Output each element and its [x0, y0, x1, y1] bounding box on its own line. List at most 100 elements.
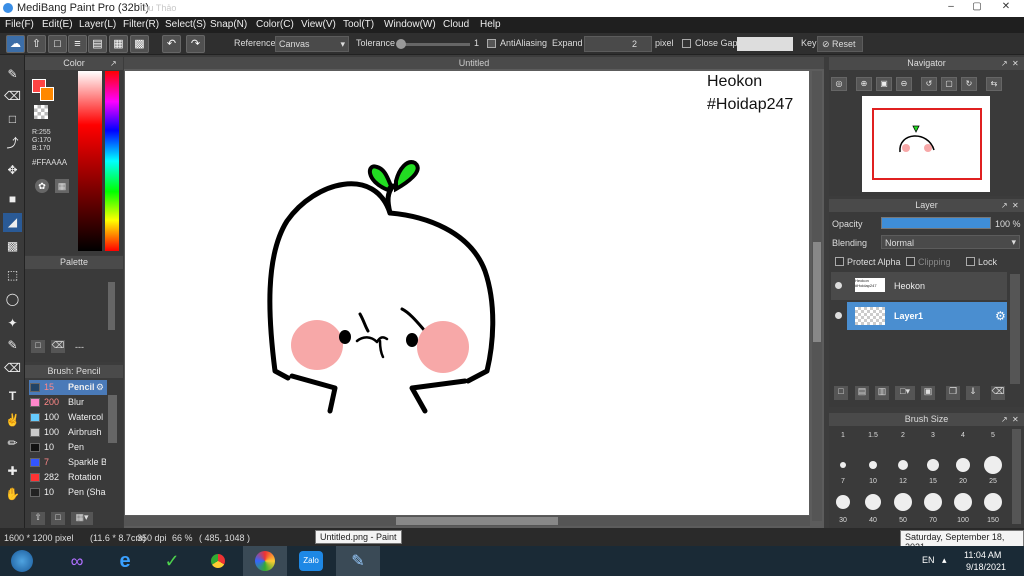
reference-select[interactable]: Canvas ▾	[275, 36, 349, 52]
delete-palette-icon[interactable]: ⌫	[51, 340, 65, 353]
color-wheel-icon[interactable]: ✿	[35, 179, 49, 193]
gradient-tool-icon[interactable]: ▩	[3, 237, 22, 256]
zoom-in-icon[interactable]: ⊕	[856, 77, 872, 91]
menu-tool[interactable]: Tool(T)	[343, 19, 374, 30]
drawing-canvas[interactable]: Heokon #Hoidap247	[125, 71, 809, 515]
blending-select[interactable]: Normal ▾	[881, 235, 1020, 249]
clock-time[interactable]: 11:04 AM	[964, 550, 1001, 560]
brush-size-preset[interactable]	[836, 495, 850, 509]
chrome-icon[interactable]	[196, 546, 240, 576]
navigator-preview[interactable]	[862, 96, 990, 192]
layer-row-selected[interactable]: Layer1 ⚙	[831, 302, 1007, 330]
eraser-tool-icon[interactable]: ⌫	[3, 87, 22, 106]
close-gaps-checkbox[interactable]	[682, 39, 691, 48]
eyedropper-tool-icon[interactable]: ✏	[3, 434, 22, 453]
select-eraser-tool-icon[interactable]: ⌫	[3, 359, 22, 378]
paint-icon[interactable]: ✎	[336, 546, 380, 576]
new-halftone-layer-icon[interactable]: ▤	[855, 386, 869, 400]
visibility-icon[interactable]	[835, 312, 842, 319]
layer-scrollbar[interactable]	[1010, 274, 1020, 384]
close-gaps-field[interactable]	[737, 37, 793, 51]
actual-size-icon[interactable]: ▣	[876, 77, 892, 91]
divide-tool-icon[interactable]: ✚	[3, 462, 22, 481]
fill-rect-tool-icon[interactable]: ■	[3, 190, 22, 209]
cloud-icon[interactable]: ☁	[6, 35, 25, 53]
secondary-color-swatch[interactable]	[40, 87, 54, 101]
menu-select[interactable]: Select(S)	[165, 19, 206, 30]
menu-help[interactable]: Help	[480, 19, 501, 30]
zoom-fit-icon[interactable]: ◎	[831, 77, 847, 91]
brush-item[interactable]: 100 Airbrush	[29, 425, 107, 440]
horizontal-scroll-thumb[interactable]	[396, 517, 558, 525]
menu-window[interactable]: Window(W)	[384, 19, 436, 30]
saturation-value-box[interactable]	[78, 71, 102, 251]
brush-size-preset[interactable]	[865, 494, 881, 510]
brush-item[interactable]: 15 Pencil ⚙	[29, 380, 107, 395]
clock-date[interactable]: 9/18/2021	[966, 562, 1006, 572]
layer-add-menu-icon[interactable]: □▾	[895, 386, 915, 400]
palette-scrollbar[interactable]	[108, 282, 115, 330]
share-icon[interactable]: ⇧	[27, 35, 46, 53]
vertical-scroll-thumb[interactable]	[813, 242, 821, 342]
brush-item[interactable]: 282 Rotation	[29, 470, 107, 485]
text-tool-icon[interactable]: T	[3, 387, 22, 406]
brush-item[interactable]: 7 Sparkle B	[29, 455, 107, 470]
expand-stepper[interactable]: 2	[584, 36, 652, 52]
move-tool-icon[interactable]: ✥	[3, 161, 22, 180]
rotate-left-icon[interactable]: ↺	[921, 77, 937, 91]
new-layer-icon[interactable]: □	[834, 386, 848, 400]
brush-size-preset[interactable]	[840, 462, 846, 468]
redo-button[interactable]: ↷	[186, 35, 205, 53]
gear-icon[interactable]: ⚙	[995, 309, 1006, 323]
add-brush-icon[interactable]: ⇧	[31, 512, 45, 525]
zalo-button[interactable]: Zalo	[289, 546, 333, 576]
layer-row[interactable]: Heokon #Hoidap247 Heokon	[831, 272, 1007, 300]
menu-color[interactable]: Color(C)	[256, 19, 294, 30]
tolerance-slider-thumb[interactable]	[396, 39, 406, 49]
clipping-checkbox[interactable]	[906, 257, 915, 266]
brush-size-preset[interactable]	[984, 493, 1002, 511]
antialiasing-checkbox[interactable]	[487, 39, 496, 48]
lock-checkbox[interactable]	[966, 257, 975, 266]
brush-size-preset[interactable]	[956, 458, 970, 472]
list-icon[interactable]: ≡	[68, 35, 87, 53]
dot-tool-icon[interactable]: □	[3, 110, 22, 129]
menu-view[interactable]: View(V)	[301, 19, 336, 30]
lasso-tool-icon[interactable]: ◯	[3, 290, 22, 309]
brush-size-preset[interactable]	[924, 493, 942, 511]
brush-page-icon[interactable]: □	[51, 512, 65, 525]
grid-icon[interactable]: ▩	[130, 35, 149, 53]
menu-snap[interactable]: Snap(N)	[210, 19, 247, 30]
visibility-icon[interactable]	[835, 282, 842, 289]
protect-alpha-checkbox[interactable]	[835, 257, 844, 266]
brush-item[interactable]: 10 Pen (Sha	[29, 485, 107, 500]
language-indicator[interactable]: EN	[922, 555, 935, 565]
gear-icon[interactable]: ⚙	[96, 380, 104, 395]
popout-icon[interactable]: ↗	[1001, 59, 1008, 68]
minimize-button[interactable]: –	[940, 0, 962, 15]
popout-icon[interactable]: ↗	[110, 59, 117, 68]
close-icon[interactable]: ✕	[1012, 201, 1019, 210]
brush-size-preset[interactable]	[898, 460, 908, 470]
zoom-out-icon[interactable]: ⊖	[896, 77, 912, 91]
close-icon[interactable]: ✕	[1012, 415, 1019, 424]
menu-filter[interactable]: Filter(R)	[123, 19, 159, 30]
popout-icon[interactable]: ↗	[1001, 415, 1008, 424]
brush-size-preset[interactable]	[984, 456, 1002, 474]
app-icon-green[interactable]: ✓	[150, 546, 194, 576]
menu-edit[interactable]: Edit(E)	[42, 19, 73, 30]
brush-item[interactable]: 200 Blur	[29, 395, 107, 410]
brush-size-preset[interactable]	[954, 493, 972, 511]
duplicate-layer-icon[interactable]: ❐	[946, 386, 960, 400]
visual-studio-icon[interactable]: ∞	[55, 546, 99, 576]
close-icon[interactable]: ✕	[1012, 59, 1019, 68]
popout-icon[interactable]: ↗	[1001, 201, 1008, 210]
menu-layer[interactable]: Layer(L)	[79, 19, 116, 30]
maximize-button[interactable]: ▢	[966, 0, 988, 15]
opacity-slider[interactable]	[881, 217, 991, 229]
start-button[interactable]	[0, 546, 44, 576]
rotate-right-icon[interactable]: ↻	[961, 77, 977, 91]
brush-scrollbar[interactable]	[108, 395, 117, 443]
brush-item[interactable]: 10 Pen	[29, 440, 107, 455]
folder-icon[interactable]: ▣	[921, 386, 935, 400]
